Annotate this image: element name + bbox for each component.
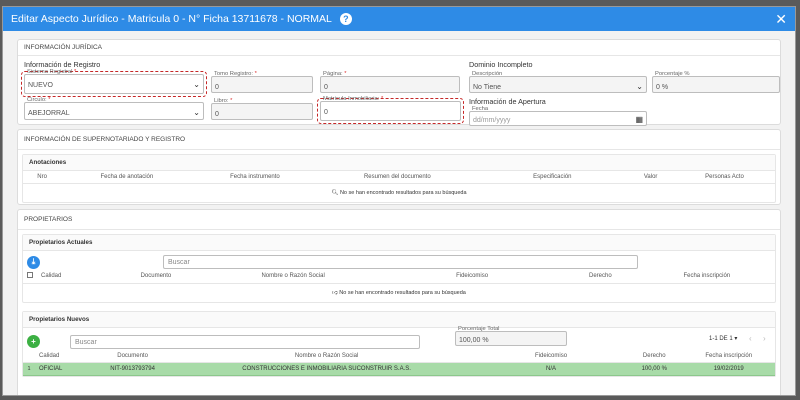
- apertura-section-title: Información de Apertura: [469, 97, 546, 106]
- question-circle-icon[interactable]: ?: [339, 13, 352, 25]
- panel-title: PROPIETARIOS: [18, 210, 780, 230]
- dialog-titlebar: Editar Aspecto Jurídico - Matricula 0 - …: [3, 7, 795, 31]
- pager[interactable]: 1-1 DE 1 ▾: [709, 335, 737, 342]
- tomo-registro-value: 0: [215, 84, 219, 91]
- circulo-select[interactable]: Circulo: * ABEJORRAL ⌄: [24, 97, 204, 120]
- actuales-empty: 👎︎ No se han encontrado resultados para …: [23, 284, 775, 302]
- close-icon[interactable]: ✕: [775, 11, 787, 28]
- col-especificacion[interactable]: Especificación: [477, 171, 628, 184]
- col-derecho[interactable]: Derecho: [626, 350, 683, 363]
- propietarios-nuevos: Propietarios Nuevos + Buscar Porcentaje …: [22, 311, 776, 377]
- empty-text: No se han encontrado resultados para su …: [339, 290, 466, 296]
- fecha-apertura-input[interactable]: Fecha dd/mm/yyyy ▦: [469, 106, 647, 126]
- col-documento[interactable]: Documento: [107, 269, 205, 284]
- search-placeholder: Buscar: [75, 338, 97, 346]
- sistema-registral-select[interactable]: Sistema Registral * NUEVO ⌄: [24, 69, 204, 94]
- download-icon[interactable]: ⤓: [27, 255, 40, 269]
- dominio-section-title: Dominio Incompleto: [469, 60, 533, 69]
- search-placeholder: Buscar: [168, 259, 190, 266]
- col-documento[interactable]: Documento: [88, 350, 178, 363]
- panel-informacion-juridica: INFORMACIÓN JURÍDICA Información de Regi…: [17, 39, 781, 126]
- col-resumen[interactable]: Resumen del documento: [317, 171, 478, 184]
- porcentaje-field[interactable]: Porcentaje % 0 %: [652, 71, 780, 93]
- calendar-icon[interactable]: ▦: [635, 115, 643, 124]
- propietarios-actuales: Propietarios Actuales ⤓ Buscar Calidad D…: [22, 234, 776, 303]
- libro-field[interactable]: Libro: * 0: [211, 98, 313, 120]
- col-calidad[interactable]: Calidad: [37, 269, 108, 284]
- porcentaje-total-field: Porcentaje Total 100,00 %: [455, 326, 567, 346]
- porcentaje-total-value: 100,00 %: [459, 337, 489, 344]
- search-icon: 🔍︎: [331, 190, 339, 196]
- nuevos-title: Propietarios Nuevos: [23, 312, 775, 328]
- cell-fideicomiso: N/A: [476, 362, 627, 376]
- col-calidad[interactable]: Calidad: [35, 350, 89, 363]
- actuales-table: Calidad Documento Nombre o Razón Social …: [23, 269, 775, 284]
- actuales-search-input[interactable]: Buscar: [163, 255, 638, 269]
- col-nombre[interactable]: Nombre o Razón Social: [204, 269, 383, 284]
- add-owner-icon[interactable]: +: [27, 335, 40, 348]
- porcentaje-value: 0 %: [656, 84, 669, 91]
- panel-title: INFORMACIÓN DE SUPERNOTARIADO Y REGISTRO: [18, 130, 780, 150]
- libro-value: 0: [215, 111, 219, 118]
- panel-propietarios: PROPIETARIOS Propietarios Actuales ⤓ Bus…: [17, 209, 781, 395]
- pagina-field[interactable]: Página: * 0: [320, 71, 460, 93]
- cell-fecha: 19/02/2019: [682, 362, 775, 376]
- chevron-down-icon: ⌄: [636, 82, 643, 91]
- panel-supernotariado: INFORMACIÓN DE SUPERNOTARIADO Y REGISTRO…: [17, 129, 781, 205]
- sistema-registral-value: NUEVO: [28, 82, 53, 89]
- col-fideicomiso[interactable]: Fideicomiso: [476, 350, 627, 363]
- actuales-title: Propietarios Actuales: [23, 235, 775, 251]
- matricula-value: 0: [324, 109, 328, 116]
- empty-text: No se han encontrado resultados para su …: [339, 190, 467, 196]
- cell-calidad: OFICIAL: [35, 362, 89, 376]
- pager-text: 1-1 DE 1: [709, 336, 733, 342]
- row-number: 1: [23, 362, 35, 376]
- col-fecha-inscripcion[interactable]: Fecha inscripción: [682, 350, 775, 363]
- col-derecho[interactable]: Derecho: [562, 269, 639, 284]
- edit-dialog: Editar Aspecto Jurídico - Matricula 0 - …: [2, 6, 796, 396]
- col-fideicomiso[interactable]: Fideicomiso: [382, 269, 563, 284]
- prev-page-icon[interactable]: ‹: [749, 334, 752, 343]
- chevron-down-icon: ⌄: [193, 80, 200, 89]
- anotaciones-empty: 🔍︎ No se han encontrado resultados para …: [23, 184, 775, 202]
- registro-section-title: Información de Registro: [24, 60, 101, 69]
- anotaciones-table: Nro Fecha de anotación Fecha instrumento…: [23, 171, 775, 184]
- col-personas-acto[interactable]: Personas Acto: [673, 171, 775, 184]
- dialog-title: Editar Aspecto Jurídico - Matricula 0 - …: [11, 13, 332, 25]
- cell-derecho: 100,00 %: [626, 362, 683, 376]
- circulo-value: ABEJORRAL: [28, 110, 70, 117]
- nuevos-search-input[interactable]: Buscar: [70, 334, 420, 349]
- thumbs-down-icon: 👎︎: [332, 290, 338, 296]
- select-all-checkbox[interactable]: [27, 272, 33, 278]
- col-nombre[interactable]: Nombre o Razón Social: [177, 350, 477, 363]
- chevron-down-icon: ⌄: [193, 108, 200, 117]
- col-fecha-anotacion[interactable]: Fecha de anotación: [61, 171, 193, 184]
- tomo-registro-field[interactable]: Tomo Registro: * 0: [211, 71, 313, 93]
- col-nro[interactable]: Nro: [23, 171, 62, 184]
- col-fecha-instrumento[interactable]: Fecha instrumento: [192, 171, 318, 184]
- matricula-inmobiliaria-input[interactable]: Matricula Inmobiliaria: * 0: [320, 96, 461, 121]
- anotaciones-title: Anotaciones: [23, 155, 775, 171]
- pagina-value: 0: [324, 84, 328, 91]
- col-fecha-inscripcion[interactable]: Fecha inscripción: [638, 269, 775, 284]
- col-valor[interactable]: Valor: [627, 171, 674, 184]
- descripcion-select[interactable]: Descripción No Tiene ⌄: [469, 71, 647, 93]
- panel-title: INFORMACIÓN JURÍDICA: [18, 40, 780, 56]
- descripcion-value: No Tiene: [473, 84, 502, 91]
- cell-nombre: CONSTRUCCIONES E INMOBILIARIA SUCONSTRUI…: [177, 362, 477, 376]
- next-page-icon[interactable]: ›: [763, 334, 766, 343]
- nuevos-table: Calidad Documento Nombre o Razón Social …: [23, 350, 775, 376]
- cell-documento: NIT-9013793794: [88, 362, 178, 376]
- table-row[interactable]: 1 OFICIAL NIT-9013793794 CONSTRUCCIONES …: [23, 362, 775, 376]
- fecha-placeholder: dd/mm/yyyy: [473, 117, 511, 124]
